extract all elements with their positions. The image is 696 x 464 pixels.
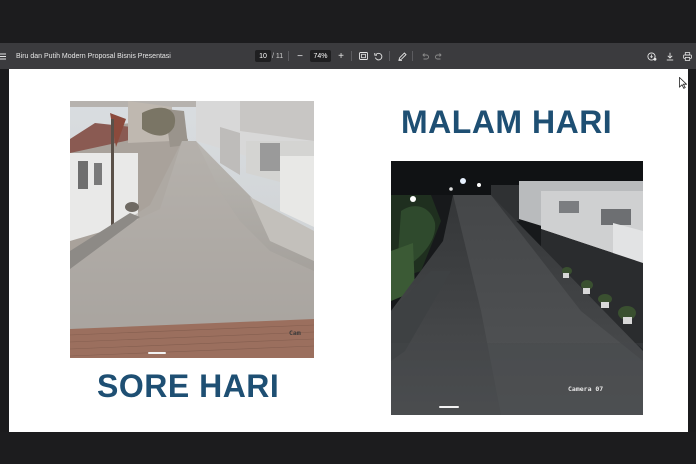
menu-icon[interactable] (0, 43, 6, 69)
zoom-in-button[interactable]: + (337, 43, 345, 69)
night-street-photo: Camera 07 (391, 161, 643, 415)
day-street-photo: Cam (70, 101, 314, 358)
zoom-level-input[interactable]: 74% (310, 50, 331, 62)
rotate-icon[interactable] (373, 43, 383, 69)
window-top-area (0, 0, 696, 43)
zoom-out-button[interactable]: − (296, 43, 304, 69)
window-bottom-area (0, 432, 696, 464)
day-photo-marker (148, 352, 166, 354)
toolbar-divider (288, 51, 289, 61)
day-heading: SORE HARI (97, 368, 280, 404)
pdf-page: Cam Camera 07 MALAM HARI SORE HARI (9, 69, 688, 432)
toolbar-divider (351, 51, 352, 61)
night-photo-marker (439, 406, 459, 408)
pdf-toolbar: Biru dan Putih Modern Proposal Bisnis Pr… (0, 43, 696, 69)
page-count: / 11 (272, 52, 284, 60)
document-title: Biru dan Putih Modern Proposal Bisnis Pr… (16, 52, 171, 60)
night-heading: MALAM HARI (401, 104, 613, 140)
redo-icon[interactable] (434, 43, 444, 69)
fit-page-icon[interactable] (358, 43, 368, 69)
download-icon[interactable] (665, 43, 675, 69)
cursor-icon (679, 76, 688, 94)
print-icon[interactable] (682, 43, 692, 69)
page-number-input[interactable]: 10 (255, 50, 271, 62)
draw-icon[interactable] (397, 43, 407, 69)
night-camera-label: Camera 07 (568, 385, 604, 393)
toolbar-divider (389, 51, 390, 61)
day-camera-label: Cam (289, 329, 301, 337)
toolbar-divider (412, 51, 413, 61)
undo-icon[interactable] (420, 43, 430, 69)
save-copy-icon[interactable] (647, 43, 657, 69)
